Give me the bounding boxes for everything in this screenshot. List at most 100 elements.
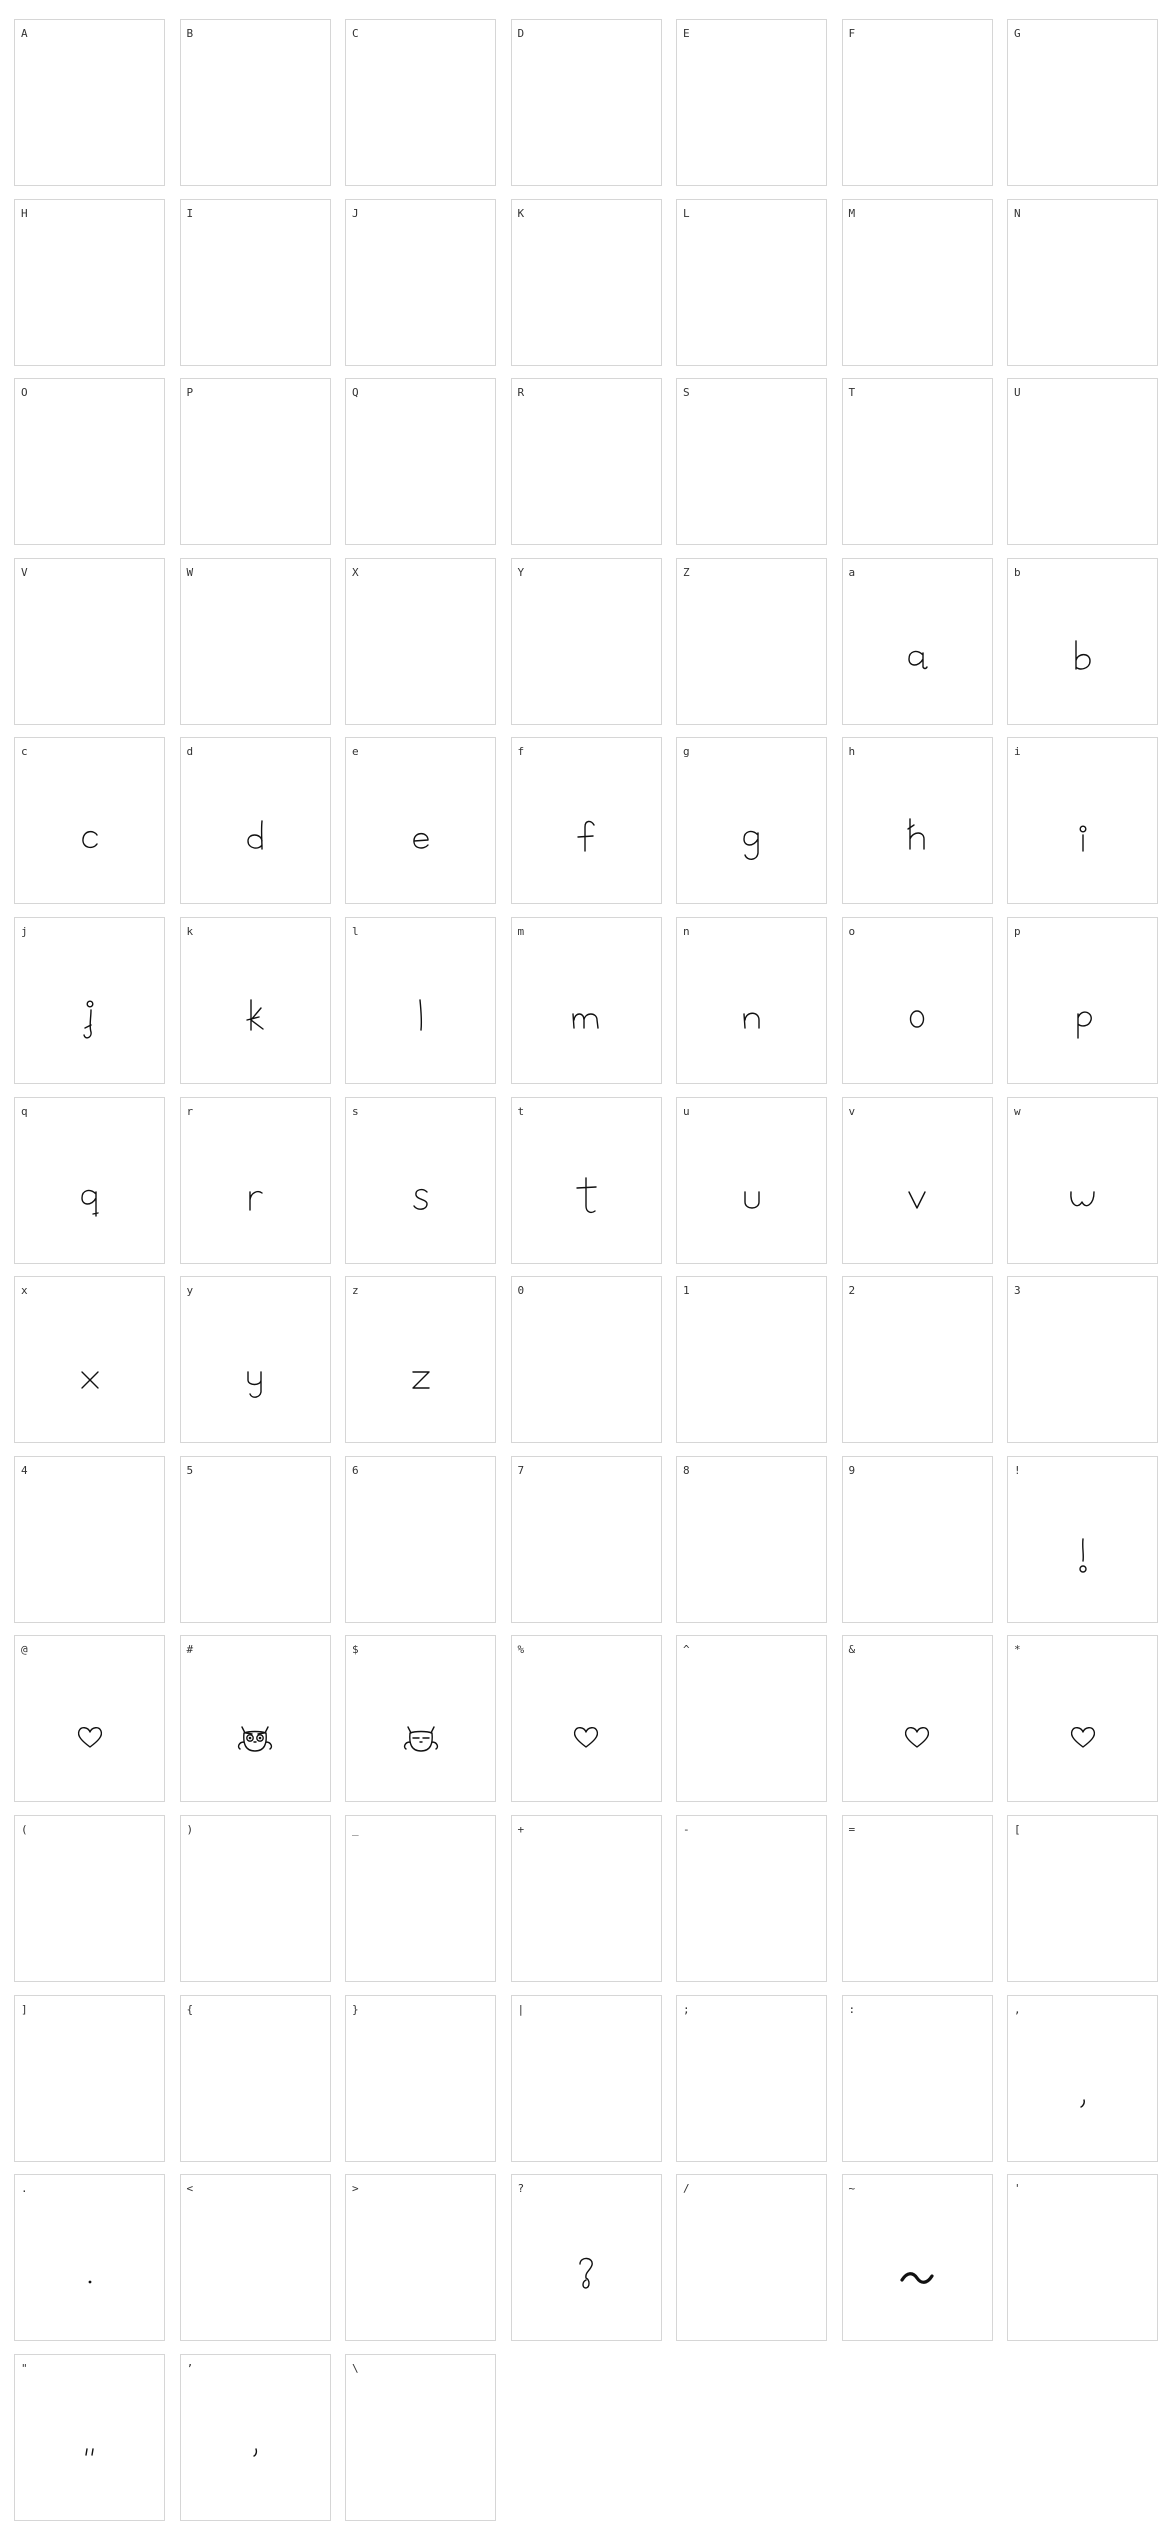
glyph-cell: w xyxy=(1007,1096,1158,1264)
glyph-cell-label: A xyxy=(21,27,28,40)
glyph-cell-label: r xyxy=(186,1104,194,1118)
glyph-cell-label: d xyxy=(186,745,194,759)
glyph-cell: - xyxy=(676,1814,827,1982)
glyph-cell: / xyxy=(676,2174,827,2342)
glyph-cell-label: 4 xyxy=(21,1463,28,1477)
glyph-cell: 6 xyxy=(345,1455,496,1623)
glyph-cell: ’ xyxy=(179,2353,331,2521)
glyph-cell: a xyxy=(841,557,993,725)
letter-j-glyph-icon xyxy=(15,958,164,1083)
glyph-cell: , xyxy=(1007,1994,1158,2162)
glyph-cell-label: } xyxy=(352,2002,359,2016)
glyph-cell-label: D xyxy=(517,27,525,40)
glyph-cell: N xyxy=(1007,198,1158,366)
glyph-cell: & xyxy=(841,1635,993,1803)
glyph-cell: p xyxy=(1007,916,1158,1084)
glyph-cell-label: y xyxy=(186,1284,194,1298)
glyph-cell-label: I xyxy=(186,206,194,220)
glyph-cell-label: J xyxy=(352,206,359,220)
glyph-cell-label: e xyxy=(352,745,359,759)
glyph-cell: 0 xyxy=(510,1276,662,1444)
glyph-cell-label: k xyxy=(186,924,194,938)
glyph-cell: g xyxy=(676,737,827,905)
glyph-cell: ~ xyxy=(841,2174,993,2342)
glyph-cell: } xyxy=(345,1994,496,2162)
glyph-cell-label: 6 xyxy=(352,1463,359,1477)
glyph-cell: u xyxy=(676,1096,827,1264)
glyph-cell: . xyxy=(14,2174,165,2342)
glyph-cell-label: f xyxy=(517,745,525,759)
glyph-cell-label: X xyxy=(352,565,359,579)
letter-m-glyph-icon xyxy=(512,958,661,1083)
glyph-cell-label: v xyxy=(848,1104,856,1118)
letter-c-glyph-icon xyxy=(15,778,164,903)
glyph-cell-label: F xyxy=(848,27,856,40)
glyph-cell-label: [ xyxy=(1014,1822,1021,1836)
glyph-cell: A xyxy=(14,19,165,186)
letter-s-glyph-icon xyxy=(346,1138,495,1263)
glyph-cell-label: / xyxy=(683,2182,690,2196)
glyph-cell: ] xyxy=(14,1994,165,2162)
glyph-cell: Q xyxy=(345,378,496,546)
letter-l-glyph-icon xyxy=(346,958,495,1083)
glyph-cell-label: j xyxy=(21,924,28,938)
letter-f-glyph-icon xyxy=(512,778,661,903)
glyph-cell: " xyxy=(14,2353,165,2521)
glyph-cell: q xyxy=(14,1096,165,1264)
letter-n-glyph-icon xyxy=(677,958,826,1083)
glyph-cell-label: H xyxy=(21,206,28,220)
glyph-cell: J xyxy=(345,198,496,366)
glyph-cell-label: G xyxy=(1014,27,1021,40)
glyph-cell-label: U xyxy=(1014,386,1021,400)
glyph-cell-label: E xyxy=(683,27,690,40)
glyph-cell: T xyxy=(841,378,993,546)
glyph-cell-label: _ xyxy=(352,1822,359,1836)
glyph-cell: t xyxy=(510,1096,662,1264)
glyph-cell: U xyxy=(1007,378,1158,546)
glyph-cell-label: \ xyxy=(352,2361,359,2375)
glyph-cell: ) xyxy=(179,1814,331,1982)
glyph-cell-label: L xyxy=(683,206,690,220)
comma-glyph-icon xyxy=(1008,2036,1157,2161)
heart-glyph-icon xyxy=(512,1676,661,1801)
glyph-cell: ; xyxy=(676,1994,827,2162)
glyph-cell-label: t xyxy=(517,1104,525,1118)
glyph-cell-label: { xyxy=(186,2002,194,2016)
glyph-cell-label: 2 xyxy=(848,1284,856,1298)
letter-i-glyph-icon xyxy=(1008,778,1157,903)
letter-x-glyph-icon xyxy=(15,1317,164,1442)
glyph-cell: 7 xyxy=(510,1455,662,1623)
letter-y-glyph-icon xyxy=(181,1317,330,1442)
glyph-cell-label: 7 xyxy=(517,1463,525,1477)
glyph-cell-label: @ xyxy=(21,1643,28,1657)
glyph-cell: 4 xyxy=(14,1455,165,1623)
glyph-cell: G xyxy=(1007,19,1158,186)
glyph-cell-label: o xyxy=(848,924,856,938)
glyph-cell: X xyxy=(345,557,496,725)
glyph-cell: d xyxy=(179,737,331,905)
glyph-cell: * xyxy=(1007,1635,1158,1803)
glyph-cell: \ xyxy=(345,2353,496,2521)
owl-closed-glyph-icon xyxy=(346,1676,495,1801)
glyph-cell-label: b xyxy=(1014,565,1021,579)
glyph-cell-label: 8 xyxy=(683,1463,690,1477)
glyph-cell: h xyxy=(841,737,993,905)
glyph-cell: V xyxy=(14,557,165,725)
glyph-cell: F xyxy=(841,19,993,186)
glyph-cell: 1 xyxy=(676,1276,827,1444)
letter-r-glyph-icon xyxy=(181,1138,330,1263)
glyph-cell-label: ) xyxy=(186,1822,194,1836)
glyph-cell: W xyxy=(179,557,331,725)
glyph-cell: x xyxy=(14,1276,165,1444)
glyph-cell: > xyxy=(345,2174,496,2342)
glyph-cell: # xyxy=(179,1635,331,1803)
glyph-cell: : xyxy=(841,1994,993,2162)
glyph-cell: @ xyxy=(14,1635,165,1803)
letter-t-glyph-icon xyxy=(512,1138,661,1263)
glyph-cell: D xyxy=(510,19,662,186)
letter-k-glyph-icon xyxy=(181,958,330,1083)
letter-b-glyph-icon xyxy=(1008,599,1157,724)
glyph-cell-label: > xyxy=(352,2182,359,2196)
glyph-cell-label: 3 xyxy=(1014,1284,1021,1298)
glyph-cell: m xyxy=(510,916,662,1084)
